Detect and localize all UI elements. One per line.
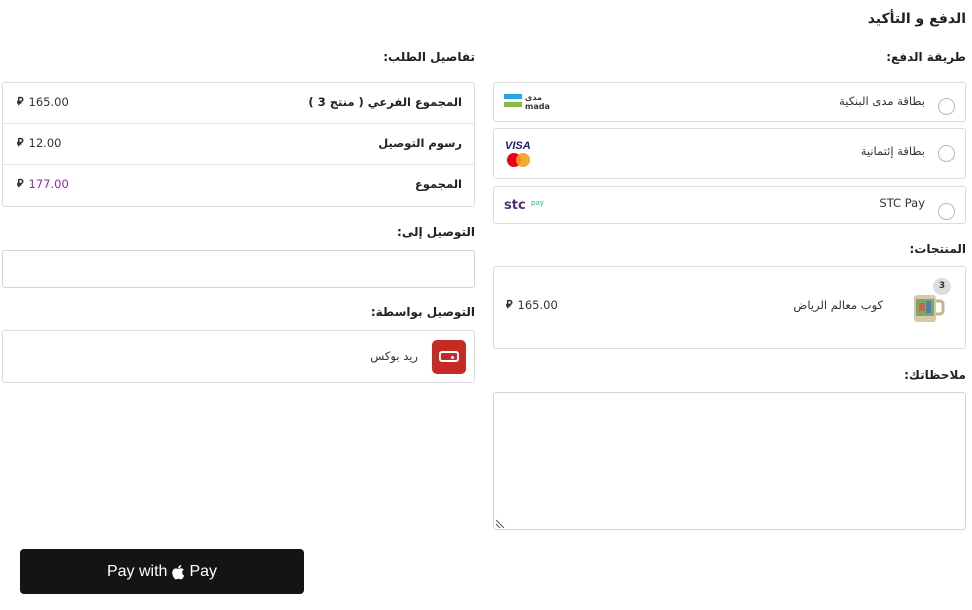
payment-option-credit-card[interactable]: بطاقة إئتمانية VISA (493, 128, 966, 179)
apple-logo-icon (172, 564, 185, 579)
stc-pay-icon: stc pay (504, 198, 544, 213)
mada-logo-icon: مدى mada (504, 93, 550, 111)
quantity-badge: 3 (933, 278, 951, 295)
order-row-value: ⃁ 12.00 (17, 136, 61, 150)
apple-pay-label-left: Pay with (106, 562, 168, 580)
payment-option-label: بطاقة إئتمانية (860, 144, 925, 158)
riyal-icon: ⃁ (17, 95, 24, 108)
delivery-by-label: التوصيل بواسطة: (370, 305, 475, 319)
order-row-label: رسوم التوصيل (378, 136, 462, 150)
riyal-icon: ⃁ (506, 298, 513, 311)
svg-text:pay: pay (531, 199, 544, 207)
delivery-to-label: التوصيل إلى: (397, 225, 475, 239)
payment-method-label: طريقة الدفع: (886, 50, 966, 64)
payment-option-label: STC Pay (879, 196, 925, 210)
payment-radio-stc-pay[interactable] (938, 203, 955, 220)
order-row-label: المجموع الفرعي ( منتج 3 ) (308, 95, 462, 109)
svg-text:VISA: VISA (505, 140, 531, 152)
page-title: الدفع و التأكيد (867, 11, 966, 27)
order-row-subtotal: المجموع الفرعي ( منتج 3 ) ⃁ 165.00 (3, 83, 474, 124)
order-details-label: تفاصيل الطلب: (383, 50, 475, 64)
svg-text:mada: mada (525, 102, 550, 111)
resize-handle-icon[interactable] (495, 517, 506, 528)
product-price-value: 165.00 (517, 298, 558, 312)
payment-option-label: بطاقة مدى البنكية (839, 94, 925, 108)
order-row-value: ⃁ 177.00 (17, 177, 69, 191)
product-price: ⃁ 165.00 (506, 298, 558, 312)
order-summary: المجموع الفرعي ( منتج 3 ) ⃁ 165.00 رسوم … (2, 82, 475, 207)
redbox-logo-icon (432, 340, 466, 374)
svg-text:مدى: مدى (525, 93, 542, 102)
carrier-name: ريد بوكس (370, 349, 418, 363)
payment-option-mada[interactable]: بطاقة مدى البنكية مدى mada (493, 82, 966, 122)
payment-radio-credit-card[interactable] (938, 145, 955, 162)
payment-option-stc-pay[interactable]: STC Pay stc pay (493, 186, 966, 224)
visa-mastercard-icon: VISA (505, 140, 531, 167)
payment-radio-mada[interactable] (938, 98, 955, 115)
svg-text:stc: stc (504, 198, 526, 213)
delivery-fee-value: 12.00 (28, 136, 62, 150)
order-row-total: المجموع ⃁ 177.00 (3, 165, 474, 206)
order-row-label: المجموع (414, 177, 462, 191)
product-card: 3 كوب معالم الرياض ⃁ 165.00 (493, 266, 966, 349)
products-label: المنتجات: (909, 242, 966, 256)
subtotal-value: 165.00 (28, 95, 69, 109)
notes-label: ملاحظاتك: (904, 368, 966, 382)
mug-image-icon (914, 295, 945, 322)
riyal-icon: ⃁ (17, 136, 24, 149)
notes-textarea[interactable] (493, 392, 966, 530)
apple-pay-label-right: Pay (189, 562, 218, 580)
order-row-delivery-fee: رسوم التوصيل ⃁ 12.00 (3, 124, 474, 165)
order-row-value: ⃁ 165.00 (17, 95, 69, 109)
shipping-carrier-option[interactable]: ريد بوكس (2, 330, 475, 383)
product-name: كوب معالم الرياض (793, 298, 883, 312)
delivery-address-field[interactable] (2, 250, 475, 288)
riyal-icon: ⃁ (17, 177, 24, 190)
apple-pay-button[interactable]: Pay with Pay (20, 549, 304, 594)
total-value: 177.00 (28, 177, 69, 191)
